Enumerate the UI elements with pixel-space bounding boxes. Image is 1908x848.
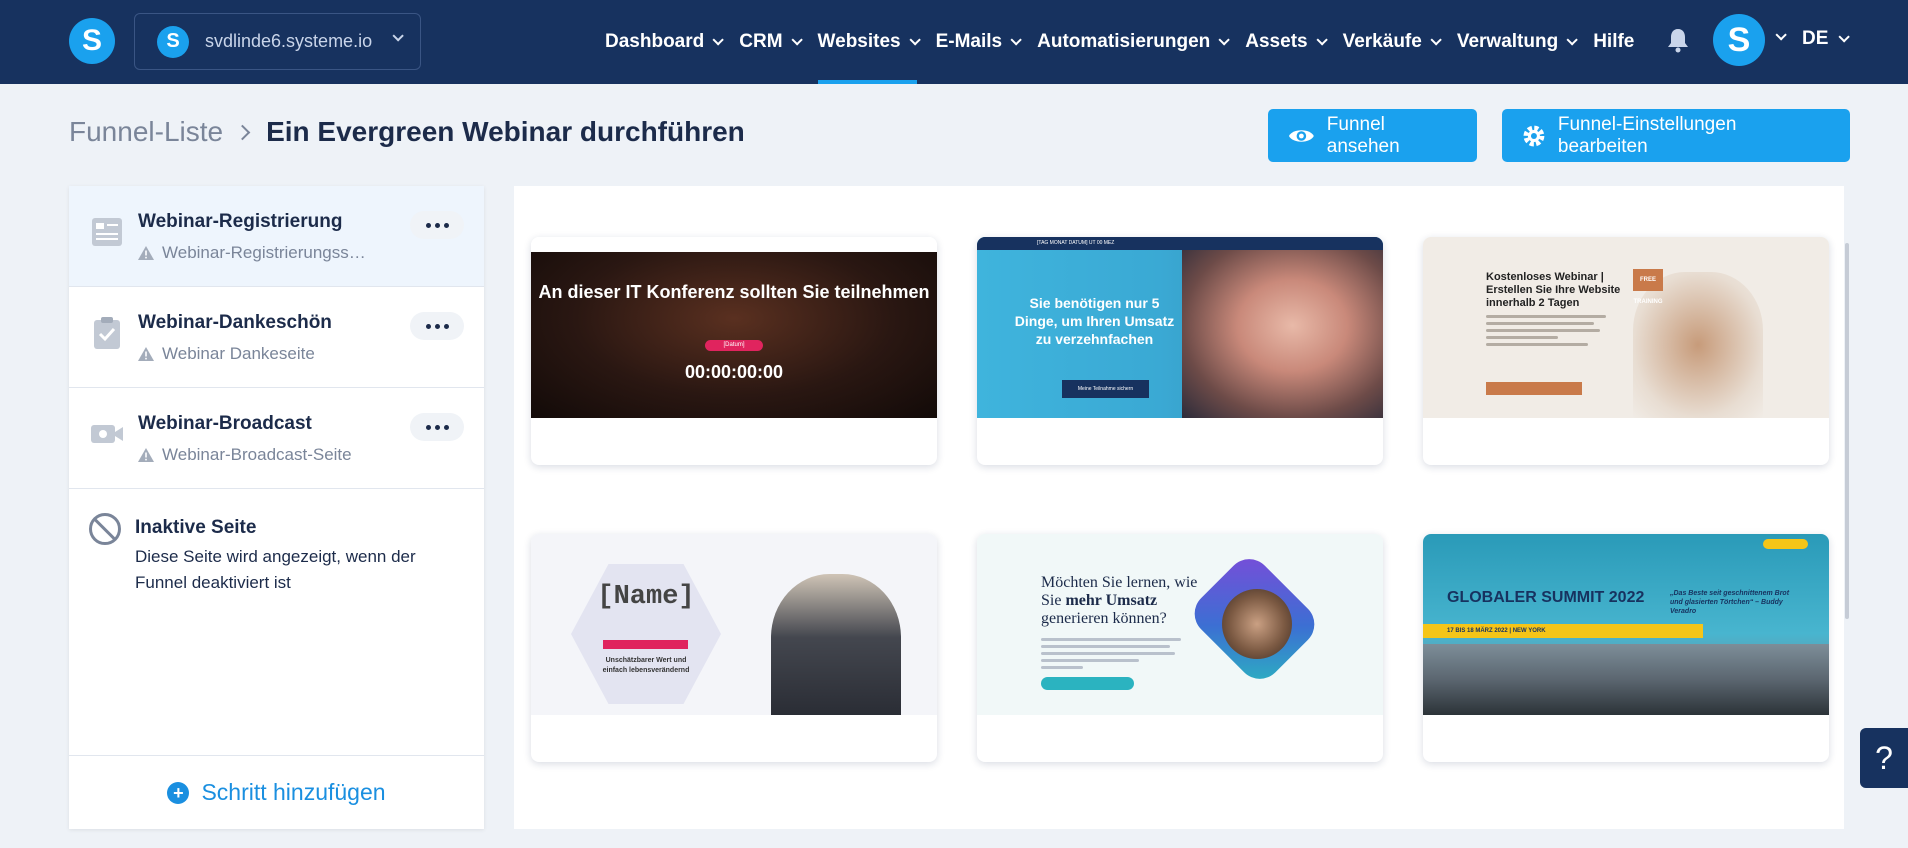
nav-verkaeufe[interactable]: Verkäufe	[1343, 0, 1442, 84]
main-nav: Dashboard CRM Websites E-Mails Automatis…	[605, 0, 1653, 84]
clipboard-check-icon	[94, 317, 120, 349]
warning-icon	[138, 246, 154, 260]
step-title: Webinar-Broadcast	[138, 413, 312, 434]
view-funnel-button[interactable]: Funnel ansehen	[1268, 109, 1477, 162]
step-webinar-dankeschoen[interactable]: Webinar-Dankeschön Webinar Dankeseite	[69, 287, 484, 388]
template-badge: FREE TRAINING	[1633, 269, 1663, 305]
people-image	[771, 574, 901, 715]
template-thumbnail: Kostenloses Webinar | Erstellen Sie Ihre…	[1423, 237, 1829, 418]
template-thumbnail: An dieser IT Konferenz sollten Sie teiln…	[531, 237, 937, 418]
template-card-mehr-umsatz[interactable]: Möchten Sie lernen, wie Sie mehr Umsatz …	[977, 534, 1383, 762]
step-subtitle: Webinar-Registrierungss…	[138, 243, 398, 263]
nav-emails[interactable]: E-Mails	[936, 0, 1022, 84]
template-subtext: Unschätzbarer Wert und einfach lebensver…	[602, 657, 690, 674]
chevron-down-icon	[1838, 31, 1851, 43]
template-gallery: An dieser IT Konferenz sollten Sie teiln…	[514, 186, 1844, 829]
help-button[interactable]: ?	[1860, 728, 1908, 788]
template-cta	[1486, 382, 1582, 395]
add-step-button[interactable]: + Schritt hinzufügen	[69, 755, 484, 829]
nav-hilfe[interactable]: Hilfe	[1593, 0, 1634, 84]
nav-dashboard[interactable]: Dashboard	[605, 0, 725, 84]
template-card-globaler-summit[interactable]: GLOBALER SUMMIT 2022 „Das Beste seit ges…	[1423, 534, 1829, 762]
top-navigation-bar: S S svdlinde6.systeme.io Dashboard CRM W…	[0, 0, 1908, 84]
chevron-down-icon	[1566, 34, 1578, 46]
eye-icon	[1288, 129, 1314, 142]
chevron-down-icon	[1010, 34, 1022, 46]
template-headline: Sie benötigen nur 5 Dinge, um Ihren Umsa…	[1014, 295, 1175, 347]
nav-crm[interactable]: CRM	[739, 0, 803, 84]
nav-websites[interactable]: Websites	[817, 0, 921, 84]
template-card-name[interactable]: [Name] Unschätzbarer Wert und einfach le…	[531, 534, 937, 762]
template-topbar: [TAG MONAT DATUM] UT 00 MEZ	[977, 237, 1383, 250]
domain-logo-icon: S	[157, 25, 189, 58]
systeme-logo[interactable]: S	[69, 18, 115, 64]
warning-icon	[138, 347, 154, 361]
more-options-button[interactable]	[410, 312, 464, 340]
inactive-page-title: Inaktive Seite	[135, 517, 257, 538]
step-title: Webinar-Dankeschön	[138, 312, 332, 333]
chevron-right-icon	[234, 124, 251, 140]
chevron-down-icon	[790, 34, 803, 46]
template-card-umsatz[interactable]: [TAG MONAT DATUM] UT 00 MEZ Sie benötige…	[977, 237, 1383, 465]
breadcrumb-funnel-list[interactable]: Funnel-Liste	[69, 116, 223, 148]
template-quote: „Das Beste seit geschnittenem Brot und g…	[1670, 590, 1790, 615]
template-thumbnail: [Name] Unschätzbarer Wert und einfach le…	[531, 534, 937, 715]
chevron-down-icon	[1316, 34, 1328, 46]
page-icon	[92, 218, 122, 246]
funnel-steps-sidebar: Webinar-Registrierung Webinar-Registrier…	[69, 186, 484, 829]
gear-icon	[1523, 125, 1545, 146]
template-headline: [Name]	[597, 582, 695, 612]
video-camera-icon	[91, 425, 123, 443]
warning-icon	[138, 448, 154, 462]
step-webinar-registrierung[interactable]: Webinar-Registrierung Webinar-Registrier…	[69, 186, 484, 287]
chevron-down-icon	[392, 30, 404, 42]
template-date-pill: [Datum]	[705, 340, 763, 351]
domain-selector[interactable]: S svdlinde6.systeme.io	[134, 13, 421, 70]
domain-name: svdlinde6.systeme.io	[205, 31, 373, 51]
more-options-button[interactable]	[410, 211, 464, 239]
plus-circle-icon: +	[167, 781, 190, 804]
city-skyline-image	[1423, 644, 1829, 715]
nav-automatisierungen[interactable]: Automatisierungen	[1037, 0, 1231, 84]
template-headline: An dieser IT Konferenz sollten Sie teiln…	[538, 282, 930, 302]
language-selector[interactable]: DE	[1802, 28, 1851, 50]
bell-icon[interactable]	[1666, 27, 1690, 53]
inactive-page-step[interactable]: Inaktive Seite Diese Seite wird angezeig…	[69, 489, 484, 689]
more-options-button[interactable]	[410, 413, 464, 441]
template-card-it-konferenz[interactable]: An dieser IT Konferenz sollten Sie teiln…	[531, 237, 937, 465]
template-thumbnail: Möchten Sie lernen, wie Sie mehr Umsatz …	[977, 534, 1383, 715]
template-date-band: 17 BIS 18 MÄRZ 2022 | NEW YORK	[1423, 624, 1703, 638]
chevron-down-icon	[909, 34, 921, 46]
chevron-down-icon	[712, 34, 725, 46]
step-subtitle: Webinar-Broadcast-Seite	[138, 445, 398, 465]
nav-assets[interactable]: Assets	[1245, 0, 1328, 84]
chevron-down-icon[interactable]	[1775, 29, 1787, 41]
template-headline: Möchten Sie lernen, wie Sie mehr Umsatz …	[1041, 574, 1198, 627]
edit-funnel-settings-button[interactable]: Funnel-Einstellungen bearbeiten	[1502, 109, 1850, 162]
portrait-image	[1182, 250, 1383, 418]
step-webinar-broadcast[interactable]: Webinar-Broadcast Webinar-Broadcast-Seit…	[69, 388, 484, 489]
step-subtitle: Webinar Dankeseite	[138, 344, 398, 364]
template-thumbnail: GLOBALER SUMMIT 2022 „Das Beste seit ges…	[1423, 534, 1829, 715]
template-card-website-2-tagen[interactable]: Kostenloses Webinar | Erstellen Sie Ihre…	[1423, 237, 1829, 465]
template-thumbnail: [TAG MONAT DATUM] UT 00 MEZ Sie benötige…	[977, 237, 1383, 418]
chevron-down-icon	[1218, 34, 1231, 46]
page-title: Ein Evergreen Webinar durchführen	[266, 116, 745, 147]
user-avatar[interactable]: S	[1713, 14, 1765, 66]
chevron-down-icon	[1430, 34, 1442, 46]
scrollbar[interactable]	[1845, 243, 1849, 619]
step-title: Webinar-Registrierung	[138, 211, 343, 232]
person-image	[1222, 589, 1292, 659]
ban-icon	[89, 513, 121, 545]
template-cta	[1041, 677, 1134, 690]
breadcrumb: Funnel-Liste Ein Evergreen Webinar durch…	[69, 116, 745, 148]
template-countdown: 00:00:00:00	[684, 362, 784, 382]
nav-verwaltung[interactable]: Verwaltung	[1457, 0, 1578, 84]
template-cta: Meine Teilnahme sichern	[1062, 380, 1149, 398]
template-headline: Kostenloses Webinar | Erstellen Sie Ihre…	[1486, 271, 1621, 309]
inactive-page-description: Diese Seite wird angezeigt, wenn der Fun…	[135, 547, 416, 592]
template-headline: GLOBALER SUMMIT 2022	[1447, 589, 1645, 606]
